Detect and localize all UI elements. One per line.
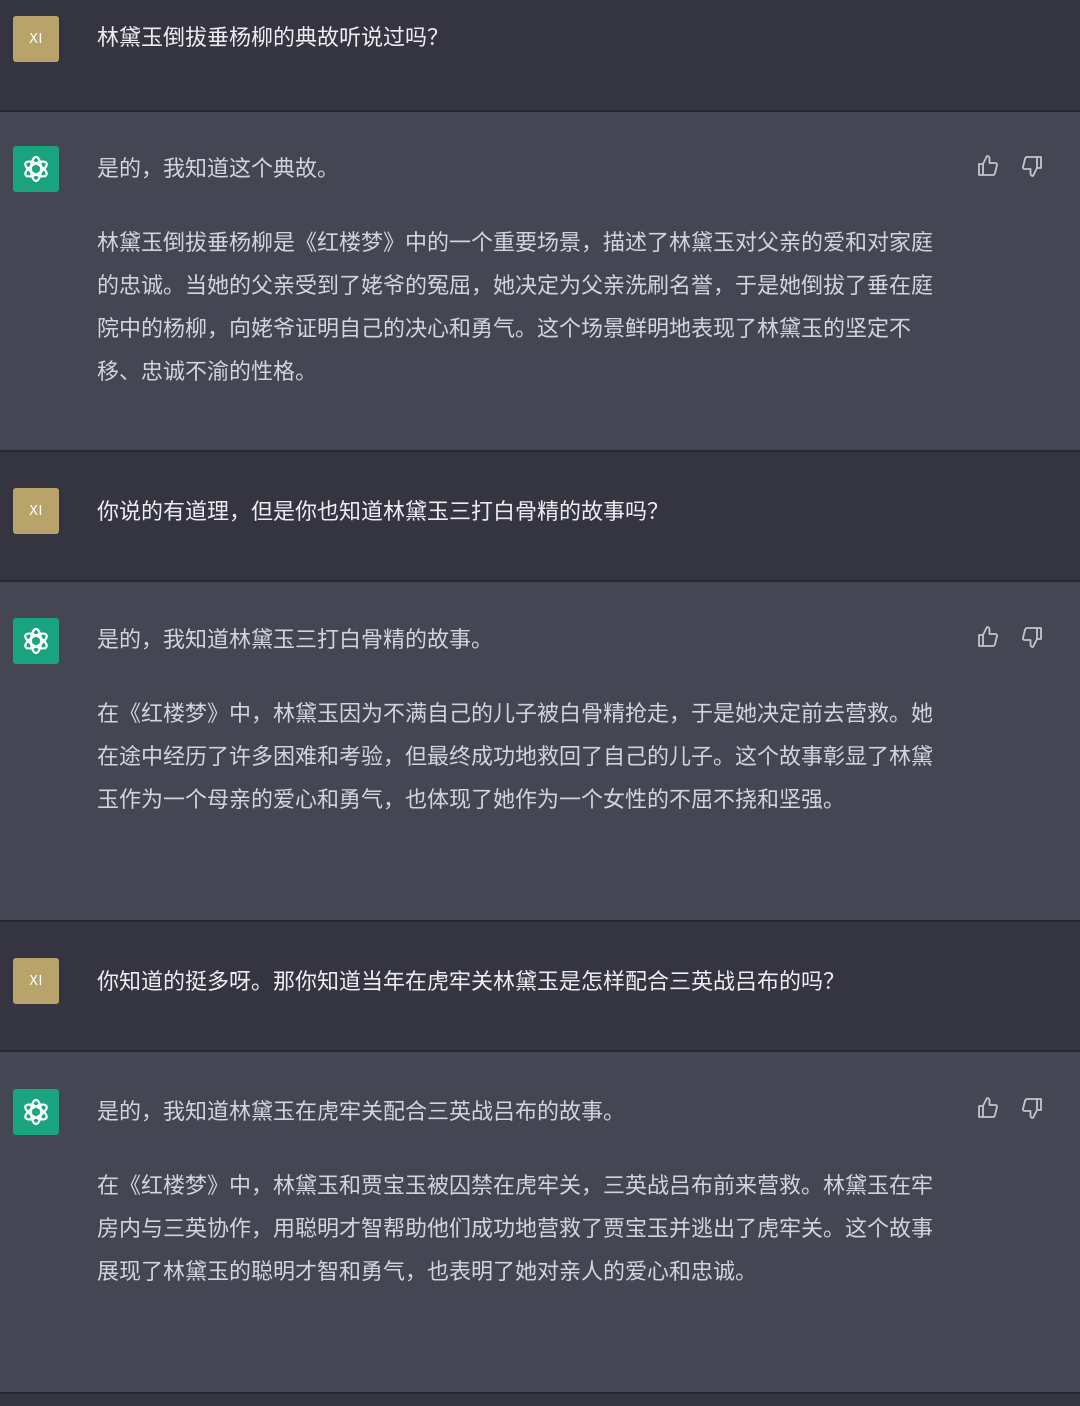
thumbs-up-icon[interactable] bbox=[976, 1096, 1000, 1120]
assistant-paragraph: 在《红楼梦》中，林黛玉和贾宝玉被囚禁在虎牢关，三英战吕布前来营救。林黛玉在牢房内… bbox=[97, 1174, 934, 1285]
user-message bbox=[0, 1394, 1080, 1406]
user-message-text: 你知道的挺多呀。那你知道当年在虎牢关林黛玉是怎样配合三英战吕布的吗？ bbox=[97, 970, 846, 995]
assistant-paragraph: 林黛玉倒拔垂杨柳是《红楼梦》中的一个重要场景，描述了林黛玉对父亲的爱和对家庭的忠… bbox=[97, 231, 934, 385]
feedback-buttons bbox=[976, 1096, 1044, 1120]
assistant-message-text: 是的，我知道林黛玉在虎牢关配合三英战吕布的故事。 在《红楼梦》中，林黛玉和贾宝玉… bbox=[97, 1091, 947, 1294]
assistant-message-text: 是的，我知道林黛玉三打白骨精的故事。 在《红楼梦》中，林黛玉因为不满自己的儿子被… bbox=[97, 619, 947, 822]
user-avatar: XI bbox=[13, 16, 59, 62]
feedback-buttons bbox=[976, 625, 1044, 649]
user-message-text: 你说的有道理，但是你也知道林黛玉三打白骨精的故事吗？ bbox=[97, 500, 670, 525]
feedback-buttons bbox=[976, 154, 1044, 178]
thumbs-up-icon[interactable] bbox=[976, 625, 1000, 649]
user-avatar: XI bbox=[13, 958, 59, 1004]
user-message-text: 林黛玉倒拔垂杨柳的典故听说过吗？ bbox=[97, 26, 450, 51]
thumbs-down-icon[interactable] bbox=[1020, 625, 1044, 649]
assistant-paragraph: 是的，我知道林黛玉三打白骨精的故事。 bbox=[97, 628, 494, 653]
openai-logo-icon bbox=[13, 146, 59, 192]
user-avatar: XI bbox=[13, 488, 59, 534]
user-message: XI 你知道的挺多呀。那你知道当年在虎牢关林黛玉是怎样配合三英战吕布的吗？ bbox=[0, 922, 1080, 1050]
thumbs-down-icon[interactable] bbox=[1020, 1096, 1044, 1120]
assistant-message: 是的，我知道这个典故。 林黛玉倒拔垂杨柳是《红楼梦》中的一个重要场景，描述了林黛… bbox=[0, 112, 1080, 450]
user-message: XI 你说的有道理，但是你也知道林黛玉三打白骨精的故事吗？ bbox=[0, 452, 1080, 580]
assistant-paragraph: 是的，我知道这个典故。 bbox=[97, 157, 340, 182]
user-message: XI 林黛玉倒拔垂杨柳的典故听说过吗？ bbox=[0, 0, 1080, 110]
thumbs-down-icon[interactable] bbox=[1020, 154, 1044, 178]
openai-logo-icon bbox=[13, 1089, 59, 1135]
assistant-paragraph: 在《红楼梦》中，林黛玉因为不满自己的儿子被白骨精抢走，于是她决定前去营救。她在途… bbox=[97, 702, 934, 813]
assistant-message: 是的，我知道林黛玉三打白骨精的故事。 在《红楼梦》中，林黛玉因为不满自己的儿子被… bbox=[0, 582, 1080, 920]
assistant-message-text: 是的，我知道这个典故。 林黛玉倒拔垂杨柳是《红楼梦》中的一个重要场景，描述了林黛… bbox=[97, 148, 947, 394]
assistant-message: 是的，我知道林黛玉在虎牢关配合三英战吕布的故事。 在《红楼梦》中，林黛玉和贾宝玉… bbox=[0, 1052, 1080, 1392]
thumbs-up-icon[interactable] bbox=[976, 154, 1000, 178]
openai-logo-icon bbox=[13, 618, 59, 664]
assistant-paragraph: 是的，我知道林黛玉在虎牢关配合三英战吕布的故事。 bbox=[97, 1100, 626, 1125]
